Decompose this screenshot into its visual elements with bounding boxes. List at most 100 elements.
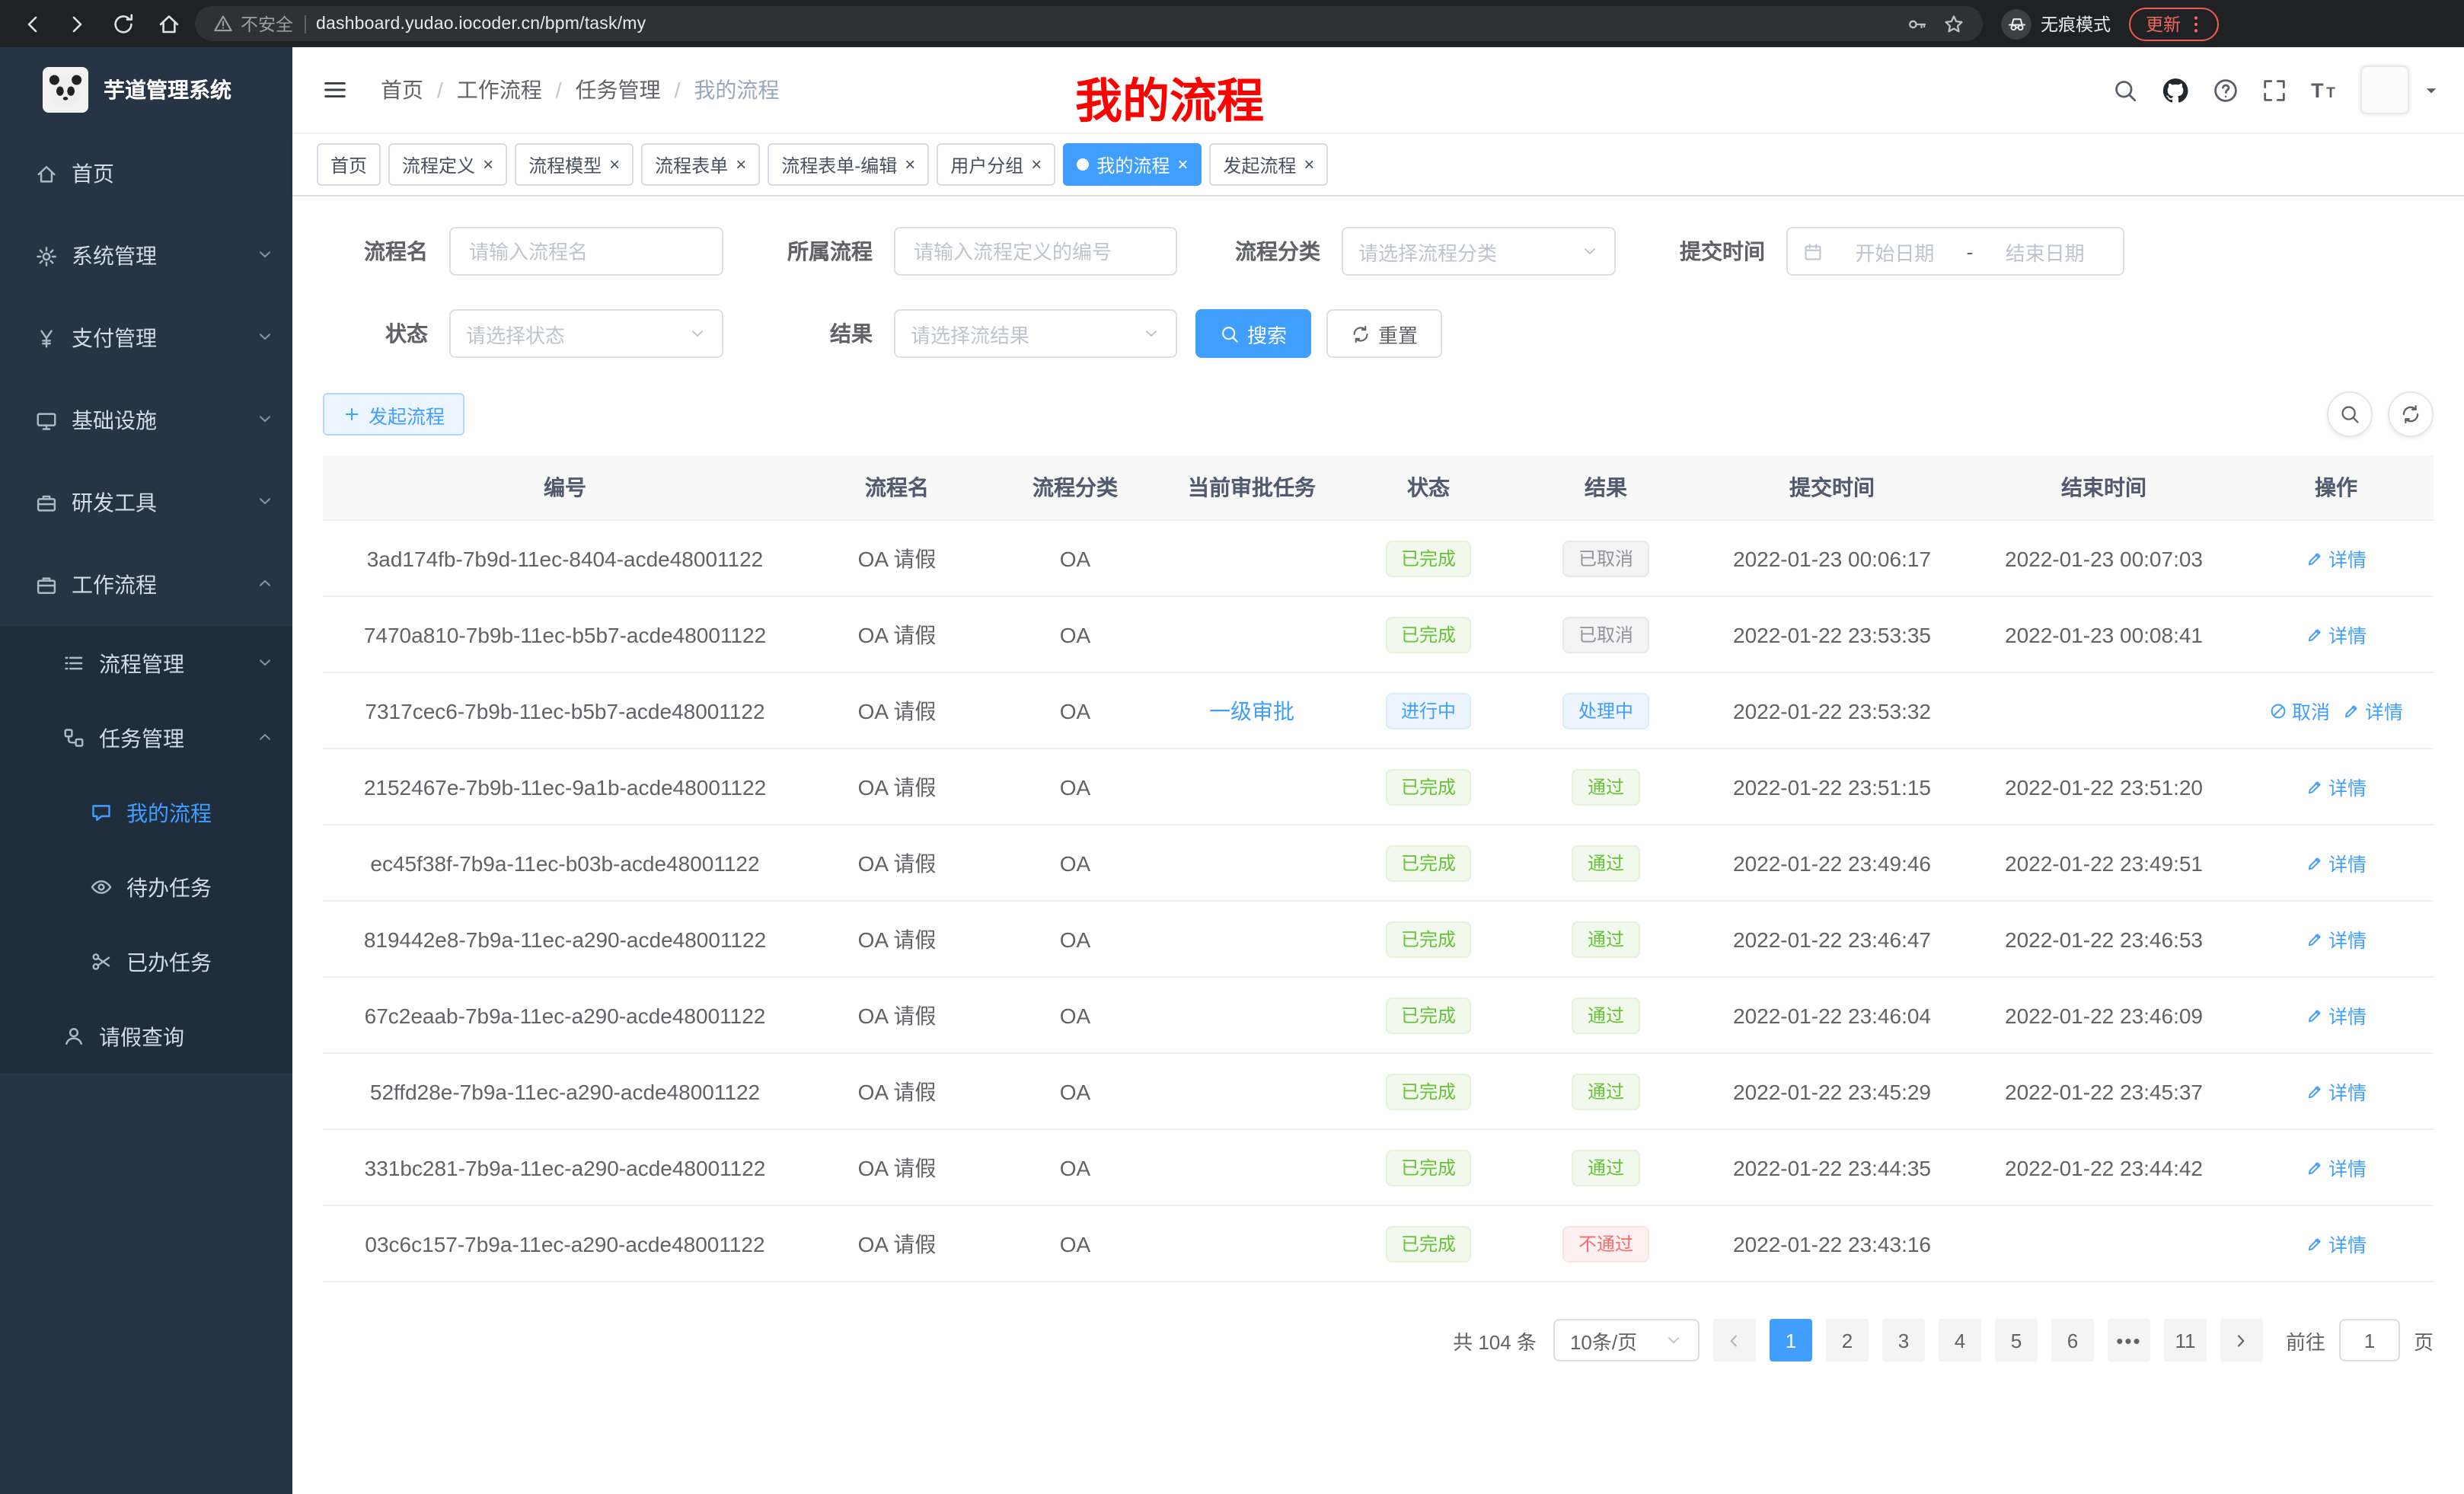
- font-size-icon[interactable]: TT: [2310, 76, 2338, 104]
- sidebar-item-1[interactable]: 系统管理: [0, 215, 292, 297]
- home-button[interactable]: [149, 4, 189, 43]
- status-select[interactable]: 请选择状态: [449, 309, 723, 358]
- sidebar-toggle-button[interactable]: [317, 72, 353, 108]
- category-select[interactable]: 请选择流程分类: [1342, 227, 1616, 276]
- close-icon[interactable]: ×: [483, 155, 493, 174]
- close-icon[interactable]: ×: [905, 155, 915, 174]
- avatar[interactable]: [2360, 65, 2409, 114]
- search-button[interactable]: 搜索: [1195, 309, 1311, 358]
- submit-time-range-picker[interactable]: 开始日期 - 结束日期: [1786, 227, 2124, 276]
- breadcrumb-item-current: 我的流程: [694, 75, 779, 105]
- breadcrumb-item-task[interactable]: 任务管理: [576, 75, 661, 105]
- detail-link[interactable]: 详情: [2306, 1153, 2367, 1182]
- page-size-select[interactable]: 10条/页: [1553, 1319, 1700, 1362]
- status-badge: 进行中: [1386, 692, 1471, 729]
- goto-page-input[interactable]: [2339, 1319, 2400, 1362]
- password-key-icon[interactable]: [1907, 13, 1928, 34]
- parent-process-field[interactable]: [911, 238, 1160, 264]
- sidebar-item-7[interactable]: 任务管理: [0, 701, 292, 775]
- cell-submit-time: 2022-01-22 23:45:29: [1695, 1053, 1969, 1129]
- tab-5[interactable]: 用户分组×: [937, 143, 1055, 186]
- sidebar-item-8[interactable]: 我的流程: [0, 775, 292, 850]
- page-button-1[interactable]: 1: [1770, 1319, 1812, 1362]
- sidebar-item-3[interactable]: 基础设施: [0, 379, 292, 461]
- sidebar-item-9[interactable]: 待办任务: [0, 850, 292, 924]
- prev-page-button[interactable]: [1713, 1319, 1756, 1362]
- sidebar-item-5[interactable]: 工作流程: [0, 544, 292, 626]
- browser-update-button[interactable]: 更新: [2129, 7, 2219, 40]
- cell-process-name: OA 请假: [807, 1053, 987, 1129]
- detail-link[interactable]: 详情: [2306, 1077, 2367, 1106]
- page-button-5[interactable]: 5: [1995, 1319, 2038, 1362]
- page-ellipsis[interactable]: •••: [2108, 1319, 2150, 1362]
- detail-link[interactable]: 详情: [2306, 544, 2367, 573]
- search-icon[interactable]: [2112, 77, 2138, 103]
- sidebar-item-0[interactable]: 首页: [0, 132, 292, 215]
- sidebar-item-4[interactable]: 研发工具: [0, 461, 292, 544]
- detail-link[interactable]: 详情: [2306, 772, 2367, 801]
- forward-button[interactable]: [58, 4, 97, 43]
- page-button-2[interactable]: 2: [1826, 1319, 1869, 1362]
- date-start-placeholder[interactable]: 开始日期: [1832, 237, 1958, 266]
- result-select[interactable]: 请选择流结果: [894, 309, 1177, 358]
- reload-button[interactable]: [104, 4, 143, 43]
- detail-link[interactable]: 详情: [2342, 696, 2403, 725]
- chevron-down-icon[interactable]: [2423, 81, 2440, 98]
- page-button-3[interactable]: 3: [1882, 1319, 1925, 1362]
- breadcrumb-item-workflow[interactable]: 工作流程: [457, 75, 542, 105]
- detail-link[interactable]: 详情: [2306, 848, 2367, 877]
- tab-4[interactable]: 流程表单-编辑×: [768, 143, 929, 186]
- page-button-4[interactable]: 4: [1939, 1319, 1981, 1362]
- tab-3[interactable]: 流程表单×: [641, 143, 760, 186]
- browser-menu-icon[interactable]: [2185, 13, 2207, 34]
- refresh-table-button[interactable]: [2388, 391, 2434, 437]
- detail-link[interactable]: 详情: [2306, 1001, 2367, 1030]
- cancel-link[interactable]: 取消: [2269, 696, 2330, 725]
- date-end-placeholder[interactable]: 结束日期: [1982, 237, 2108, 266]
- close-icon[interactable]: ×: [1031, 155, 1042, 174]
- table-row: 819442e8-7b9a-11ec-a290-acde48001122OA 请…: [323, 901, 2434, 977]
- github-icon[interactable]: [2161, 75, 2190, 104]
- app-logo[interactable]: 芋道管理系统: [0, 47, 292, 132]
- back-icon: [20, 11, 44, 36]
- next-page-button[interactable]: [2220, 1319, 2263, 1362]
- task-link[interactable]: 一级审批: [1209, 695, 1294, 726]
- detail-link[interactable]: 详情: [2306, 620, 2367, 649]
- sidebar-item-6[interactable]: 流程管理: [0, 626, 292, 701]
- tab-1[interactable]: 流程定义×: [388, 143, 507, 186]
- detail-link[interactable]: 详情: [2306, 1229, 2367, 1258]
- sidebar-item-11[interactable]: 请假查询: [0, 999, 292, 1074]
- detail-link[interactable]: 详情: [2306, 924, 2367, 953]
- close-icon[interactable]: ×: [1304, 155, 1314, 174]
- page-button-11[interactable]: 11: [2164, 1319, 2207, 1362]
- tab-2[interactable]: 流程模型×: [515, 143, 634, 186]
- tab-0[interactable]: 首页: [317, 143, 381, 186]
- sidebar-item-2[interactable]: 支付管理: [0, 297, 292, 379]
- process-name-input[interactable]: [449, 227, 723, 276]
- close-icon[interactable]: ×: [1177, 155, 1188, 174]
- process-name-field[interactable]: [466, 238, 707, 264]
- start-process-button[interactable]: 发起流程: [323, 393, 464, 436]
- parent-process-input[interactable]: [894, 227, 1177, 276]
- breadcrumb-item-home[interactable]: 首页: [381, 75, 423, 105]
- result-badge: 通过: [1572, 768, 1639, 805]
- page-button-6[interactable]: 6: [2051, 1319, 2094, 1362]
- tab-7[interactable]: 发起流程×: [1209, 143, 1328, 186]
- reset-button[interactable]: 重置: [1326, 309, 1442, 358]
- cell-actions: 详情: [2239, 1053, 2434, 1129]
- bookmark-star-icon[interactable]: [1943, 13, 1964, 34]
- logo-image: [43, 67, 88, 113]
- toggle-search-button[interactable]: [2327, 391, 2373, 437]
- close-icon[interactable]: ×: [609, 155, 620, 174]
- address-bar[interactable]: 不安全 dashboard.yudao.iocoder.cn/bpm/task/…: [195, 6, 1983, 41]
- cell-status: 已完成: [1340, 1053, 1517, 1129]
- tab-6[interactable]: 我的流程×: [1063, 143, 1202, 186]
- security-indicator[interactable]: 不安全: [213, 11, 293, 36]
- back-button[interactable]: [12, 4, 52, 43]
- help-icon[interactable]: [2213, 77, 2239, 103]
- close-icon[interactable]: ×: [736, 155, 746, 174]
- sidebar-item-10[interactable]: 已办任务: [0, 924, 292, 999]
- fullscreen-icon[interactable]: [2261, 77, 2287, 103]
- url-text: dashboard.yudao.iocoder.cn/bpm/task/my: [316, 14, 646, 33]
- edit-icon: [2306, 1234, 2324, 1253]
